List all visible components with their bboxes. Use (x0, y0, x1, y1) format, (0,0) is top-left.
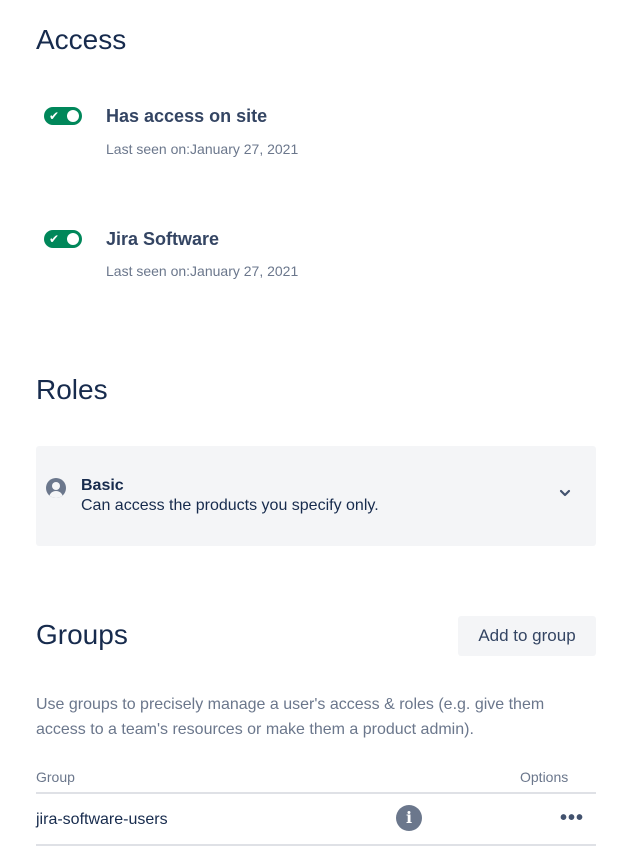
site-access-title: Has access on site (106, 106, 268, 126)
add-to-group-button[interactable]: Add to group (458, 616, 596, 656)
jira-software-last-seen: Last seen on:January 27, 2021 (106, 263, 299, 279)
column-header-options: Options (520, 769, 569, 785)
site-access-last-seen: Last seen on:January 27, 2021 (106, 141, 299, 157)
chevron-down-icon (559, 489, 571, 497)
table-header-divider (36, 792, 596, 794)
groups-heading: Groups (36, 619, 128, 650)
jira-software-toggle[interactable]: ✔ (44, 230, 82, 248)
person-icon (46, 478, 66, 498)
column-header-group: Group (36, 769, 75, 785)
check-icon: ✔ (49, 232, 60, 246)
role-description: Can access the products you specify only… (81, 497, 379, 514)
role-name: Basic (81, 477, 124, 494)
toggle-knob (67, 233, 79, 245)
site-access-toggle[interactable]: ✔ (44, 107, 82, 125)
toggle-knob (67, 110, 79, 122)
more-options-button[interactable]: ••• (558, 808, 586, 828)
group-name: jira-software-users (36, 811, 168, 828)
info-icon[interactable]: i (396, 805, 422, 831)
table-row-divider (36, 844, 596, 846)
groups-description: Use groups to precisely manage a user's … (36, 696, 545, 738)
jira-software-title: Jira Software (106, 229, 220, 249)
access-heading: Access (36, 24, 127, 55)
roles-heading: Roles (36, 374, 108, 405)
role-select[interactable]: Basic Can access the products you specif… (36, 446, 596, 546)
check-icon: ✔ (49, 109, 60, 123)
